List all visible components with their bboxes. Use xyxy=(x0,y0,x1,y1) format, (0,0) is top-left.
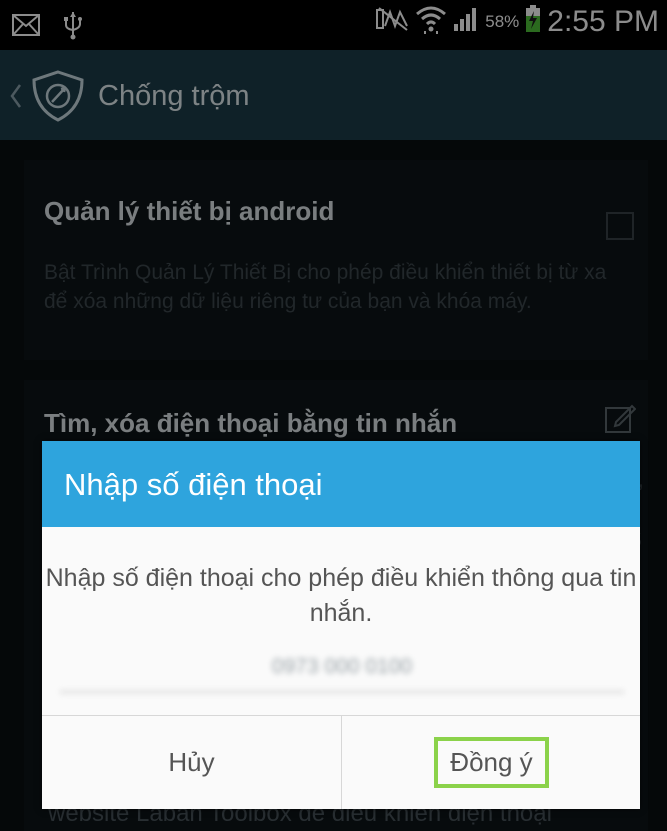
status-bar-left xyxy=(12,10,84,45)
status-bar-right: 58% 2:55 PM xyxy=(375,4,659,39)
cancel-button[interactable]: Hủy xyxy=(42,716,341,809)
action-bar: Chống trộm xyxy=(0,50,667,140)
usb-icon xyxy=(62,10,84,45)
cancel-button-label: Hủy xyxy=(168,747,215,777)
dialog-title: Nhập số điện thoại xyxy=(42,441,640,527)
ok-button[interactable]: Đồng ý xyxy=(342,716,641,809)
clock: 2:55 PM xyxy=(547,4,659,38)
ok-button-label: Đồng ý xyxy=(434,737,549,788)
signal-icon xyxy=(453,6,479,37)
setting-title: Tìm, xóa điện thoại bằng tin nhắn xyxy=(44,408,458,438)
phone-number-input[interactable]: 0973 000 0100 xyxy=(60,643,624,693)
setting-title: Quản lý thiết bị android xyxy=(44,196,335,226)
setting-item-device-admin[interactable]: Quản lý thiết bị android Bật Trình Quản … xyxy=(24,160,648,360)
phone-number-dialog: Nhập số điện thoại Nhập số điện thoại ch… xyxy=(42,441,640,809)
wifi-icon xyxy=(415,4,447,39)
mute-icon xyxy=(375,6,409,37)
status-bar: 58% 2:55 PM xyxy=(0,0,667,50)
email-icon xyxy=(12,14,40,41)
edit-icon[interactable] xyxy=(604,402,637,439)
battery-charging-icon xyxy=(525,5,541,38)
page-title: Chống trộm xyxy=(98,80,250,112)
back-chevron-icon[interactable] xyxy=(10,83,22,114)
device-admin-checkbox[interactable] xyxy=(606,212,634,240)
dialog-message: Nhập số điện thoại cho phép điều khiển t… xyxy=(45,564,637,627)
battery-percent: 58% xyxy=(485,11,520,31)
shield-icon[interactable] xyxy=(30,70,86,127)
setting-description: Bật Trình Quản Lý Thiết Bị cho phép điều… xyxy=(44,261,607,313)
